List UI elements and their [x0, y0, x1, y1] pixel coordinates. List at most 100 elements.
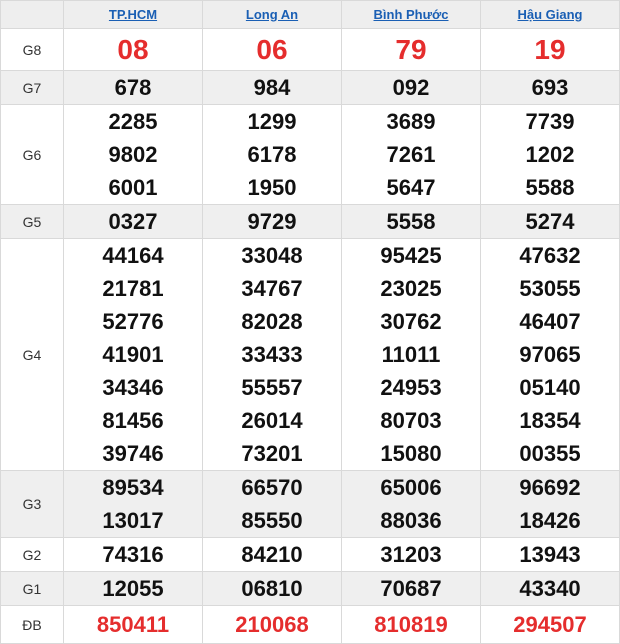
result-cell: 5274 [480, 204, 620, 239]
prize-label: G2 [0, 537, 64, 572]
result-cell: 89534 13017 [63, 470, 203, 538]
result-number: 06810 [241, 576, 303, 601]
prize-label: G1 [0, 571, 64, 606]
prize-row-g3: G3 89534 13017 66570 85550 65006 88036 96692 184… [0, 470, 620, 538]
result-cell: 06810 [202, 571, 342, 606]
result-number: 1202 [525, 142, 575, 167]
result-number: 70687 [380, 576, 442, 601]
result-number: 5647 [386, 175, 436, 200]
header-row: TP.HCM Long An Bình Phước Hậu Giang [0, 0, 620, 29]
prize-row-g2: G2 74316 84210 31203 13943 [0, 537, 620, 572]
result-cell: 06 [202, 28, 342, 71]
result-cell: 1299 6178 1950 [202, 104, 342, 205]
result-number: 5274 [525, 209, 575, 234]
result-number: 08 [117, 34, 149, 65]
result-cell: 19 [480, 28, 620, 71]
result-number: 24953 [380, 375, 442, 400]
result-cell: 84210 [202, 537, 342, 572]
prize-row-g5: G5 0327 9729 5558 5274 [0, 204, 620, 239]
province-header-2: Long An [202, 0, 342, 29]
result-number: 21781 [102, 276, 164, 301]
prize-label: G5 [0, 204, 64, 239]
province-link[interactable]: Hậu Giang [517, 7, 582, 22]
result-number: 210068 [235, 611, 309, 637]
prize-label: G4 [0, 238, 64, 471]
result-number: 18354 [519, 408, 581, 433]
prize-label: G3 [0, 470, 64, 538]
prize-row-db: ĐB 850411 210068 810819 294507 [0, 605, 620, 644]
result-number: 3689 [386, 109, 436, 134]
result-number: 984 [253, 75, 291, 100]
result-number: 96692 [519, 475, 581, 500]
result-number: 31203 [380, 542, 442, 567]
result-cell: 33048 34767 82028 33433 55557 26014 73201 [202, 238, 342, 471]
result-cell: 65006 88036 [341, 470, 481, 538]
result-number: 80703 [380, 408, 442, 433]
result-cell: 31203 [341, 537, 481, 572]
result-number: 5588 [525, 175, 575, 200]
result-number: 6178 [247, 142, 297, 167]
result-number: 11011 [381, 342, 441, 367]
result-number: 26014 [241, 408, 303, 433]
result-cell: 9729 [202, 204, 342, 239]
result-number: 89534 [102, 475, 164, 500]
result-number: 85550 [241, 508, 303, 533]
result-number: 850411 [96, 611, 170, 637]
result-number: 73201 [241, 441, 303, 466]
result-number: 47632 [519, 243, 581, 268]
result-number: 0327 [108, 209, 158, 234]
result-cell: 294507 [480, 605, 620, 644]
result-number: 53055 [519, 276, 581, 301]
result-number: 15080 [380, 441, 442, 466]
result-cell: 44164 21781 52776 41901 34346 81456 39746 [63, 238, 203, 471]
result-number: 79 [395, 34, 427, 65]
result-number: 06 [256, 34, 288, 65]
result-cell: 0327 [63, 204, 203, 239]
province-link[interactable]: Long An [246, 7, 298, 22]
result-number: 23025 [380, 276, 442, 301]
result-number: 43340 [519, 576, 581, 601]
prize-label: G7 [0, 70, 64, 105]
province-header-3: Bình Phước [341, 0, 481, 29]
result-number: 1299 [247, 109, 297, 134]
province-link[interactable]: TP.HCM [109, 7, 157, 22]
result-cell: 5558 [341, 204, 481, 239]
result-number: 81456 [102, 408, 164, 433]
result-number: 810819 [374, 611, 448, 637]
result-cell: 95425 23025 30762 11011 24953 80703 15080 [341, 238, 481, 471]
result-number: 33048 [241, 243, 303, 268]
result-cell: 74316 [63, 537, 203, 572]
result-number: 1950 [247, 175, 297, 200]
result-cell: 79 [341, 28, 481, 71]
result-number: 9802 [108, 142, 158, 167]
result-number: 7739 [525, 109, 575, 134]
result-number: 19 [534, 34, 566, 65]
result-number: 5558 [386, 209, 436, 234]
result-number: 97065 [519, 342, 581, 367]
result-number: 34346 [102, 375, 164, 400]
result-number: 34767 [241, 276, 303, 301]
result-number: 82028 [241, 309, 303, 334]
result-number: 2285 [108, 109, 158, 134]
province-header-4: Hậu Giang [480, 0, 620, 29]
result-number: 46407 [519, 309, 581, 334]
result-number: 092 [392, 75, 430, 100]
prize-row-g4: G4 44164 21781 52776 41901 34346 81456 39746 330… [0, 238, 620, 471]
result-number: 00355 [519, 441, 581, 466]
result-number: 88036 [380, 508, 442, 533]
result-number: 84210 [241, 542, 303, 567]
province-link[interactable]: Bình Phước [374, 7, 449, 22]
result-number: 7261 [386, 142, 436, 167]
result-cell: 810819 [341, 605, 481, 644]
lottery-results-table: TP.HCM Long An Bình Phước Hậu Giang G8 08… [0, 0, 620, 644]
result-cell: 2285 9802 6001 [63, 104, 203, 205]
province-header-1: TP.HCM [63, 0, 203, 29]
result-cell: 850411 [63, 605, 203, 644]
result-cell: 96692 18426 [480, 470, 620, 538]
result-number: 33433 [241, 342, 303, 367]
prize-row-g1: G1 12055 06810 70687 43340 [0, 571, 620, 606]
result-number: 9729 [247, 209, 297, 234]
result-number: 13943 [519, 542, 581, 567]
result-cell: 092 [341, 70, 481, 105]
prize-label: ĐB [0, 605, 64, 644]
